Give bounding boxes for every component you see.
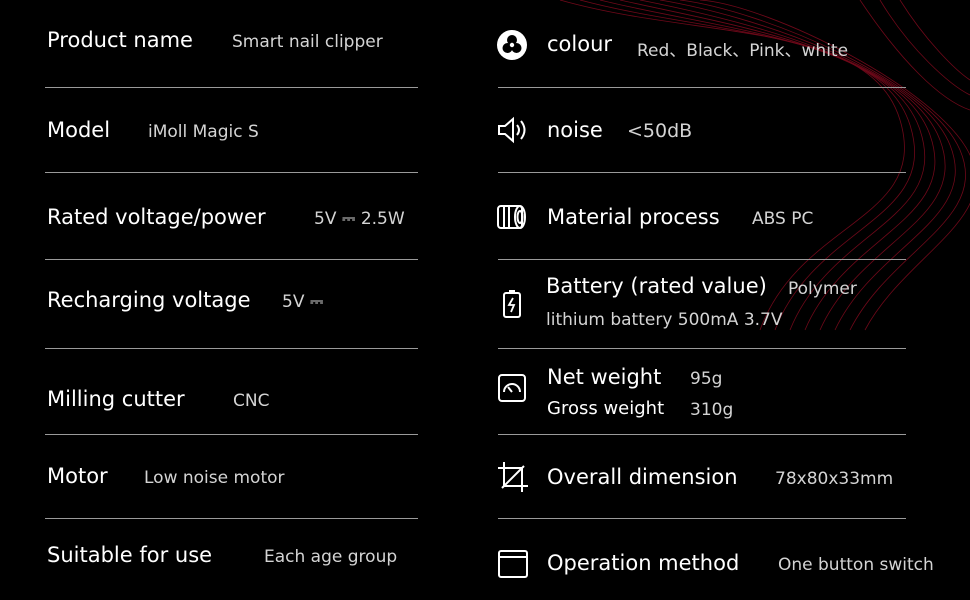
divider (45, 87, 418, 88)
window-icon (497, 548, 529, 580)
divider (45, 518, 418, 519)
divider (498, 172, 906, 173)
spec-label-milling-cutter: Milling cutter (47, 387, 185, 411)
spec-value-motor: Low noise motor (144, 468, 285, 488)
spec-value-net-weight: 95g (690, 369, 723, 389)
divider (498, 518, 906, 519)
speaker-icon (496, 114, 528, 146)
divider (45, 434, 418, 435)
spec-value-colour: Red、Black、Pink、white (637, 41, 849, 61)
spec-label-suitable-for-use: Suitable for use (47, 543, 213, 567)
spec-value-gross-weight: 310g (690, 400, 734, 420)
spec-value-material-process: ABS PC (752, 209, 814, 229)
divider (498, 348, 906, 349)
spec-value-operation-method: One button switch (778, 555, 934, 575)
spec-label-recharging-voltage: Recharging voltage (47, 288, 251, 312)
spec-label-net-weight: Net weight (547, 365, 662, 389)
spec-value-suitable-for-use: Each age group (264, 547, 398, 567)
spec-label-noise: noise (547, 118, 603, 142)
spec-value-rated-voltage: 5V ⎓ 2.5W (314, 209, 405, 229)
spec-label-battery: Battery (rated value) (546, 274, 767, 298)
spec-label-overall-dimension: Overall dimension (547, 465, 738, 489)
material-icon (496, 201, 528, 233)
spec-value-noise: <50dB (627, 120, 693, 142)
spec-value-model: iMoll Magic S (148, 122, 259, 142)
spec-label-material-process: Material process (547, 205, 720, 229)
spec-label-gross-weight: Gross weight (547, 398, 665, 419)
divider (45, 348, 418, 349)
divider (498, 434, 906, 435)
spec-label-motor: Motor (47, 464, 108, 488)
divider (45, 259, 418, 260)
spec-value-battery: Polymer (788, 279, 857, 299)
spec-label-product-name: Product name (47, 28, 193, 52)
spec-value-milling-cutter: CNC (233, 391, 270, 411)
scale-icon (496, 372, 528, 404)
spec-value-recharging-voltage: 5V ⎓ (282, 292, 324, 312)
divider (45, 172, 418, 173)
spec-label-colour: colour (547, 32, 613, 56)
spec-label-operation-method: Operation method (547, 551, 740, 575)
spec-value-overall-dimension: 78x80x33mm (775, 469, 894, 489)
divider (498, 87, 906, 88)
spec-label-model: Model (47, 118, 111, 142)
spec-label-rated-voltage: Rated voltage/power (47, 205, 266, 229)
colour-icon (496, 29, 528, 61)
battery-icon (496, 288, 528, 320)
dimension-icon (497, 461, 529, 493)
spec-value-product-name: Smart nail clipper (232, 32, 383, 52)
divider (498, 259, 906, 260)
spec-value-battery-detail: lithium battery 500mA 3.7V (546, 310, 783, 330)
